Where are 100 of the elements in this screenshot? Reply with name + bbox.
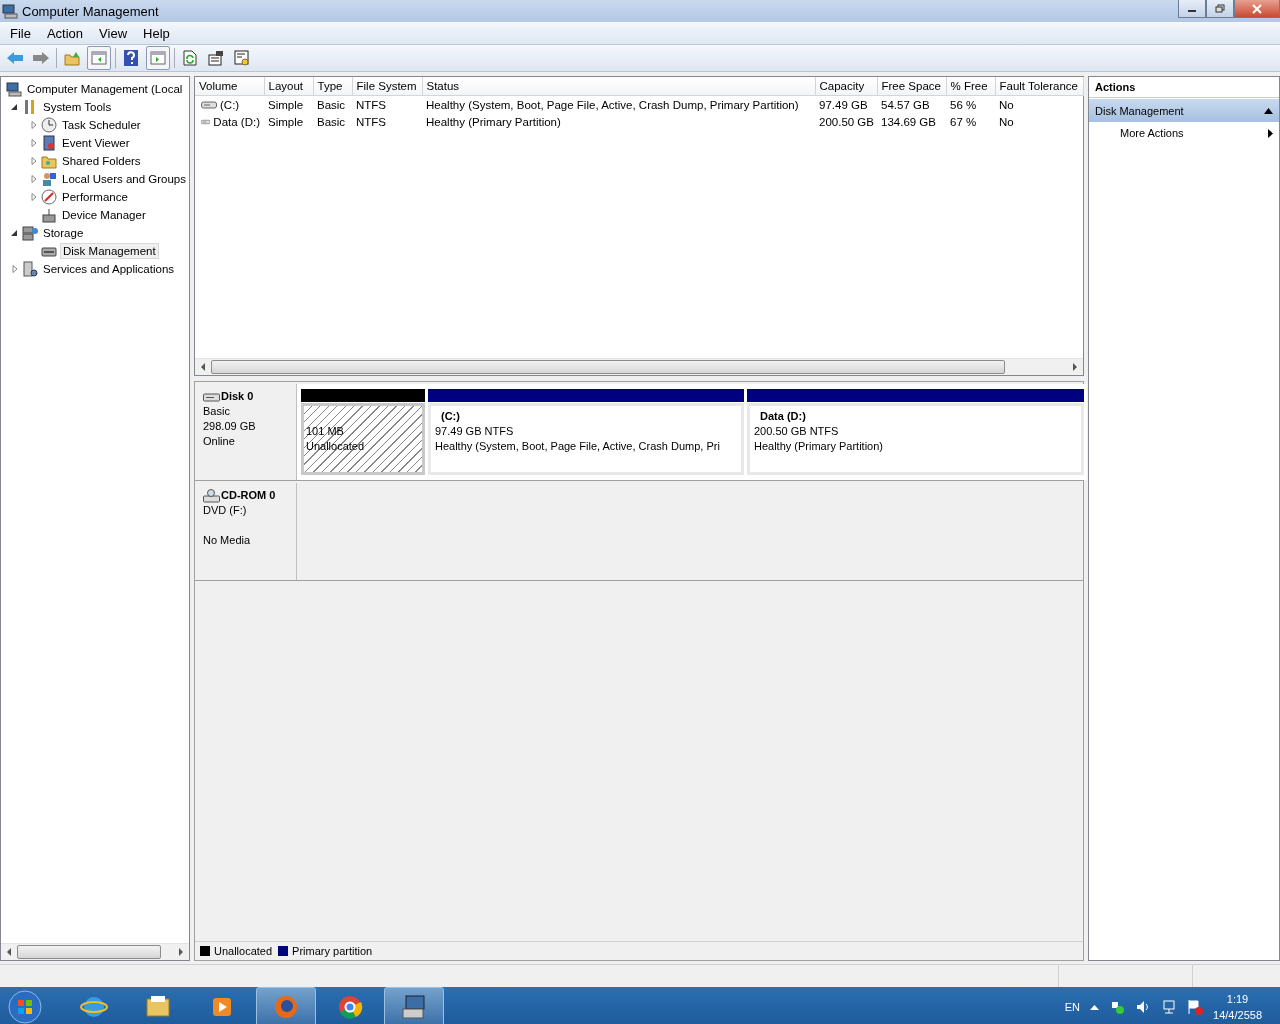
- menu-item[interactable]: Help: [135, 23, 178, 43]
- action-section-header[interactable]: Disk Management: [1089, 99, 1279, 122]
- folder-up-icon: [64, 50, 80, 66]
- partition-info: Healthy (System, Boot, Page File, Active, Crash Dump, Pri: [435, 439, 721, 454]
- clock-time[interactable]: 1:19: [1213, 991, 1262, 1007]
- tree-item[interactable]: Computer Management (Local: [25, 82, 185, 96]
- log-icon: [41, 135, 57, 151]
- services-icon: [22, 261, 38, 277]
- table-cell: NTFS: [352, 95, 422, 113]
- table-cell: 54.57 GB: [877, 95, 946, 113]
- cd-drive-icon: [203, 488, 220, 503]
- partition-name: Data (D:): [759, 409, 807, 424]
- tree-item[interactable]: Local Users and Groups: [60, 172, 188, 186]
- table-cell: Basic: [313, 95, 352, 113]
- menu-item[interactable]: Action: [38, 23, 92, 43]
- tree-item[interactable]: Storage: [41, 226, 86, 240]
- help-icon: [124, 50, 138, 66]
- tree-item[interactable]: Task Scheduler: [60, 118, 143, 132]
- clock-date[interactable]: 14/4/2558: [1213, 1007, 1262, 1023]
- partition-info: Unallocated: [306, 439, 366, 454]
- partition-info: 101 MB: [306, 424, 345, 439]
- flag-icon[interactable]: [1187, 999, 1204, 1015]
- partition-block[interactable]: Data (D:) 200.50 GB NTFS Healthy (Primary Partition): [747, 403, 1084, 475]
- settings-icon: [234, 50, 250, 66]
- tree-item[interactable]: Shared Folders: [60, 154, 143, 168]
- perf-icon: [41, 189, 57, 205]
- window-title: Computer Management: [22, 3, 160, 19]
- table-cell-text: 134.69 GB: [880, 114, 937, 130]
- drive-icon: [201, 117, 211, 126]
- partition-info: 200.50 GB NTFS: [754, 424, 840, 439]
- partition-name: (C:): [440, 409, 461, 424]
- column-header[interactable]: Type: [313, 77, 352, 96]
- table-cell-text: Simple: [267, 114, 305, 130]
- disk-info: Basic: [203, 404, 231, 419]
- tree-item[interactable]: Performance: [60, 190, 130, 204]
- collapse-triangle-icon: [1264, 107, 1273, 114]
- actions-header: Actions: [1089, 77, 1279, 98]
- language-indicator[interactable]: EN: [1064, 1001, 1081, 1013]
- pane-icon: [91, 51, 107, 65]
- disk-info: DVD (F:): [203, 503, 248, 518]
- table-cell-text: Healthy (Primary Partition): [425, 114, 562, 130]
- storage-icon: [22, 225, 38, 241]
- table-cell: No: [995, 95, 1083, 113]
- pane-icon: [150, 51, 166, 65]
- disk-info: Online: [203, 434, 236, 449]
- partition-info: Healthy (Primary Partition): [754, 439, 884, 454]
- table-cell: (C:): [220, 98, 240, 111]
- menu-item[interactable]: View: [91, 23, 136, 43]
- tree-item[interactable]: Services and Applications: [41, 262, 177, 276]
- table-cell-text: No: [998, 114, 1015, 130]
- restore-icon: [1215, 4, 1225, 13]
- column-header[interactable]: Layout: [264, 77, 313, 96]
- column-header[interactable]: Volume: [195, 77, 264, 96]
- table-cell-text: NTFS: [355, 114, 388, 130]
- taskbar-app[interactable]: [256, 987, 316, 1024]
- column-header[interactable]: Fault Tolerance: [995, 77, 1083, 96]
- submenu-triangle-icon: [1268, 128, 1273, 138]
- table-cell: Data (D:): [213, 115, 260, 128]
- close-button[interactable]: [1234, 0, 1280, 18]
- partition-block[interactable]: (C:) 97.49 GB NTFS Healthy (System, Boot, Page File, Active, Crash Dump, Pri: [428, 403, 744, 475]
- table-cell-text: 67 %: [949, 114, 978, 130]
- action-item[interactable]: More Actions: [1089, 122, 1279, 144]
- tree-item[interactable]: System Tools: [41, 100, 114, 114]
- back-arrow-icon: [6, 51, 24, 65]
- tree-item[interactable]: Event Viewer: [60, 136, 132, 150]
- column-header[interactable]: Capacity: [815, 77, 877, 96]
- show-hidden-icons-icon[interactable]: [1090, 1004, 1100, 1010]
- disk-name: CD-ROM 0: [221, 488, 276, 503]
- column-header[interactable]: File System: [352, 77, 422, 96]
- table-cell-text: Basic: [316, 114, 347, 130]
- disk-drive-icon: [203, 391, 220, 402]
- forward-arrow-icon: [32, 51, 50, 65]
- minimize-button[interactable]: [1178, 0, 1206, 18]
- tree-item[interactable]: Device Manager: [60, 208, 148, 222]
- restore-button[interactable]: [1206, 0, 1234, 18]
- menu-item[interactable]: File: [2, 23, 39, 43]
- table-cell-text: 200.50 GB: [818, 114, 875, 130]
- clock-icon: [41, 117, 57, 133]
- table-cell: 97.49 GB: [815, 95, 877, 113]
- disk-info: 298.09 GB: [203, 419, 257, 434]
- start-orb-icon: [8, 990, 42, 1024]
- column-header[interactable]: Free Space: [877, 77, 946, 96]
- partition-block[interactable]: 101 MB Unallocated: [301, 403, 425, 475]
- users-icon: [41, 171, 57, 187]
- column-header[interactable]: % Free: [946, 77, 995, 96]
- tree-item[interactable]: Disk Management: [60, 243, 159, 259]
- legend-label: Primary partition: [292, 945, 373, 957]
- disk-name: Disk 0: [221, 389, 254, 404]
- network-icon[interactable]: [1161, 999, 1178, 1015]
- disk-info: No Media: [203, 533, 252, 548]
- scrollbar-thumb[interactable]: [17, 945, 161, 959]
- properties-icon: [208, 50, 224, 66]
- table-cell: Simple: [264, 95, 313, 113]
- taskbar-app[interactable]: [384, 987, 444, 1024]
- column-header[interactable]: Status: [422, 77, 815, 96]
- refresh-icon: [183, 50, 197, 66]
- partition-info: 97.49 GB NTFS: [435, 424, 515, 439]
- scrollbar-thumb[interactable]: [211, 360, 1005, 374]
- app-icon: [2, 3, 18, 19]
- show-hide-tree-button[interactable]: [87, 46, 111, 70]
